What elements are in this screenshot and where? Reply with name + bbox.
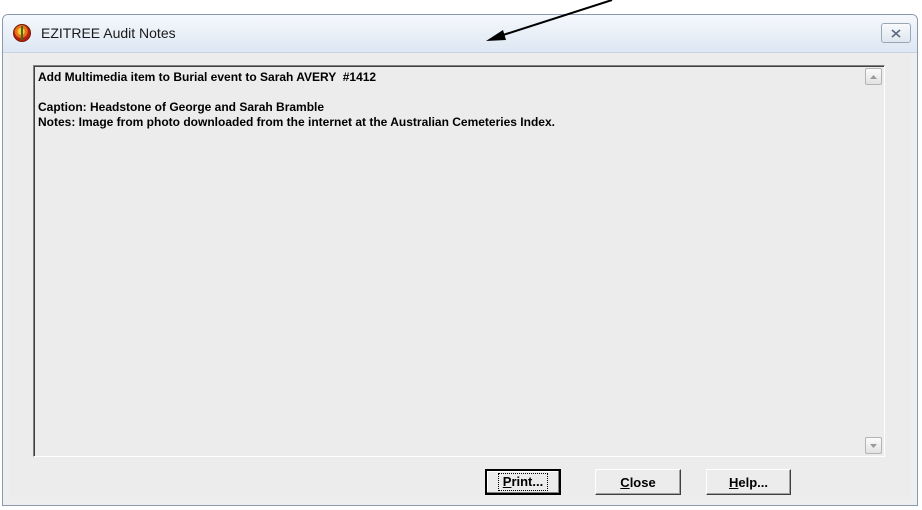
- notes-line: Caption: Headstone of George and Sarah B…: [38, 100, 325, 114]
- print-button[interactable]: Print...: [485, 469, 561, 495]
- title-bar[interactable]: EZITREE Audit Notes: [3, 15, 917, 53]
- audit-notes-textarea[interactable]: Add Multimedia item to Burial event to S…: [33, 65, 885, 457]
- notes-line: [38, 85, 860, 100]
- vertical-scrollbar[interactable]: [865, 68, 882, 454]
- dialog-body: Add Multimedia item to Burial event to S…: [9, 53, 911, 499]
- audit-notes-window: EZITREE Audit Notes Add Multimedia item …: [2, 14, 918, 506]
- print-button-label: Print...: [497, 473, 549, 491]
- close-icon: [891, 28, 901, 38]
- scroll-up-arrow-icon: [870, 74, 877, 79]
- scroll-down-arrow-icon: [870, 443, 877, 448]
- notes-line: Notes: Image from photo downloaded from …: [38, 115, 555, 129]
- help-button[interactable]: Help...: [706, 469, 791, 495]
- help-button-label: Help...: [728, 474, 768, 490]
- close-button-label: Close: [620, 474, 656, 490]
- ezitree-app-icon: [13, 24, 31, 42]
- close-button[interactable]: Close: [595, 469, 681, 495]
- window-title: EZITREE Audit Notes: [41, 25, 176, 41]
- scroll-down-button[interactable]: [865, 437, 882, 454]
- scroll-up-button[interactable]: [865, 68, 882, 85]
- notes-line: Add Multimedia item to Burial event to S…: [38, 70, 377, 84]
- notes-content: Add Multimedia item to Burial event to S…: [38, 70, 860, 130]
- close-window-button[interactable]: [881, 23, 911, 43]
